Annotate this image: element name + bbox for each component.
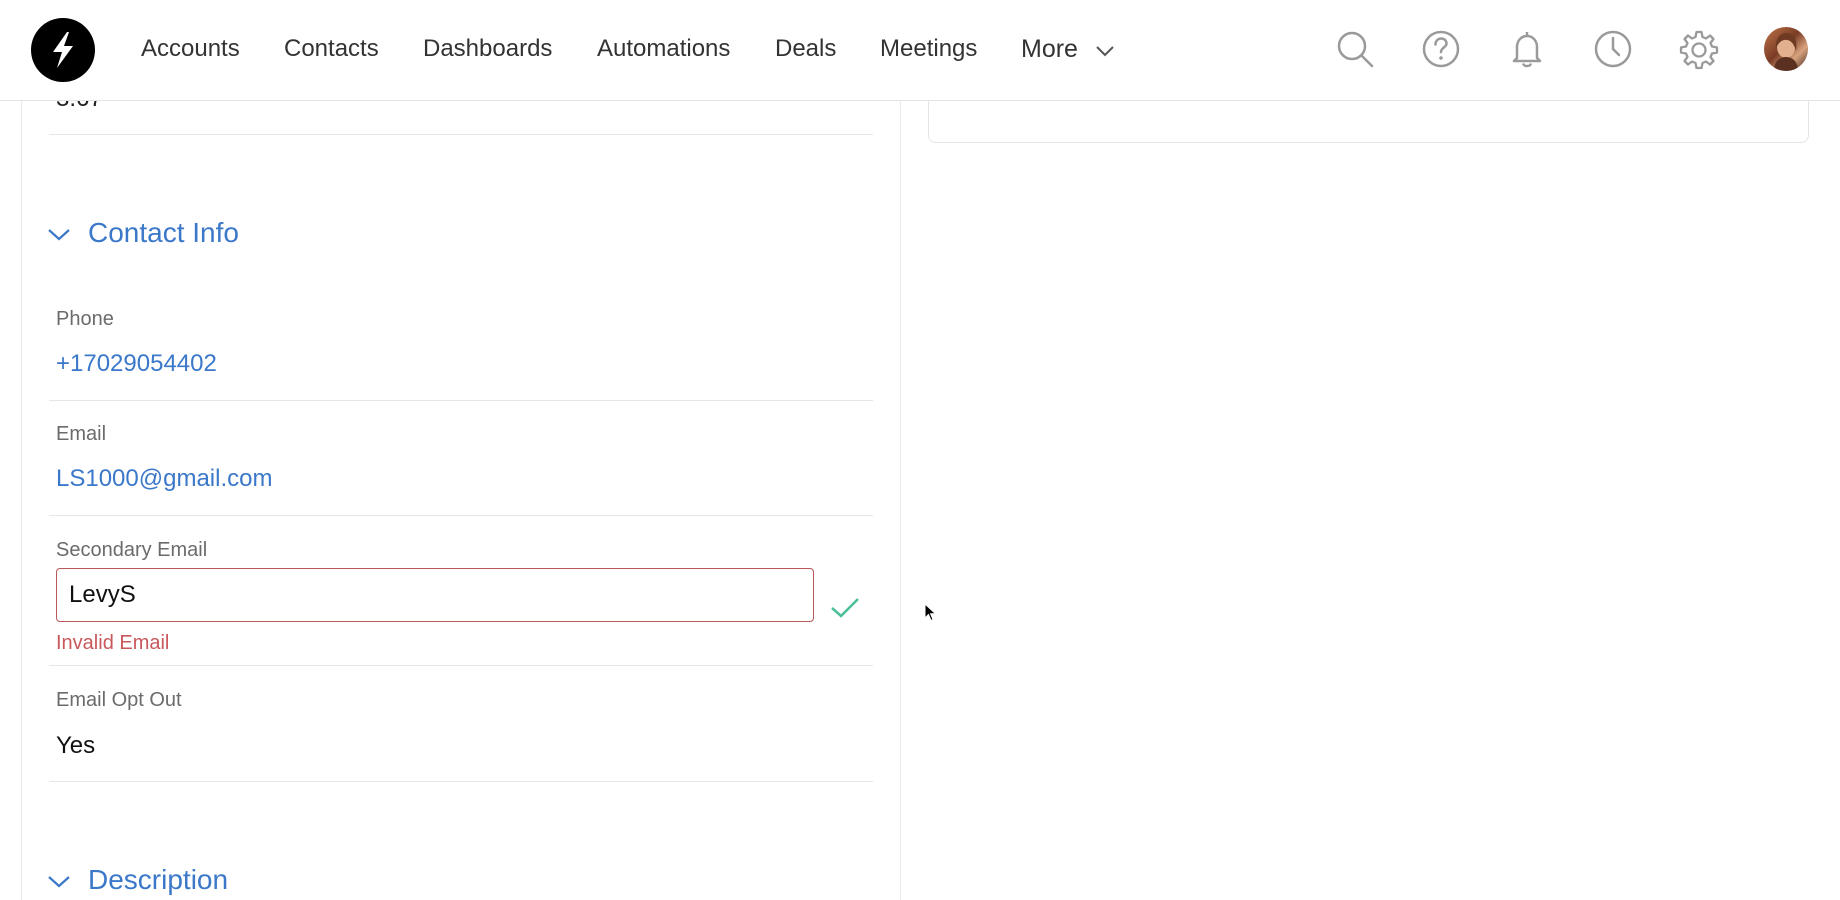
divider [49, 781, 873, 782]
email-label: Email [56, 423, 107, 445]
nav-contacts[interactable]: Contacts [284, 34, 379, 64]
secondary-email-input[interactable] [56, 568, 814, 622]
nav-meetings[interactable]: Meetings [880, 34, 977, 64]
divider [49, 515, 873, 516]
bell-icon[interactable] [1505, 27, 1549, 71]
confirm-check-icon[interactable] [830, 597, 860, 624]
divider [49, 400, 873, 401]
right-panel-card [928, 101, 1809, 143]
nav-more[interactable]: More [1021, 34, 1078, 64]
help-icon[interactable] [1419, 27, 1463, 71]
validation-error-text: Invalid Email [56, 632, 170, 654]
gear-icon[interactable] [1677, 27, 1721, 71]
section-title-description[interactable]: Description [88, 863, 228, 897]
avatar[interactable] [1764, 27, 1808, 71]
email-opt-out-label: Email Opt Out [56, 689, 182, 711]
divider [49, 134, 873, 135]
chevron-down-icon[interactable] [47, 867, 71, 896]
mouse-cursor-icon [924, 602, 938, 628]
nav-accounts[interactable]: Accounts [141, 34, 240, 64]
secondary-email-label: Secondary Email [56, 539, 208, 561]
phone-value-link[interactable]: +17029054402 [56, 349, 217, 379]
search-icon[interactable] [1333, 27, 1377, 71]
phone-label: Phone [56, 308, 114, 330]
chevron-down-icon[interactable] [1096, 44, 1114, 62]
chevron-down-icon[interactable] [47, 220, 71, 249]
nav-deals[interactable]: Deals [775, 34, 836, 64]
top-navigation-bar: Accounts Contacts Dashboards Automations… [0, 0, 1840, 101]
app-logo-icon[interactable] [31, 18, 95, 82]
section-title-contact-info[interactable]: Contact Info [88, 216, 239, 250]
nav-dashboards[interactable]: Dashboards [423, 34, 552, 64]
divider [49, 665, 873, 666]
nav-automations[interactable]: Automations [597, 34, 730, 64]
clock-icon[interactable] [1591, 27, 1635, 71]
email-value-link[interactable]: LS1000@gmail.com [56, 464, 272, 494]
email-opt-out-value: Yes [56, 732, 96, 759]
